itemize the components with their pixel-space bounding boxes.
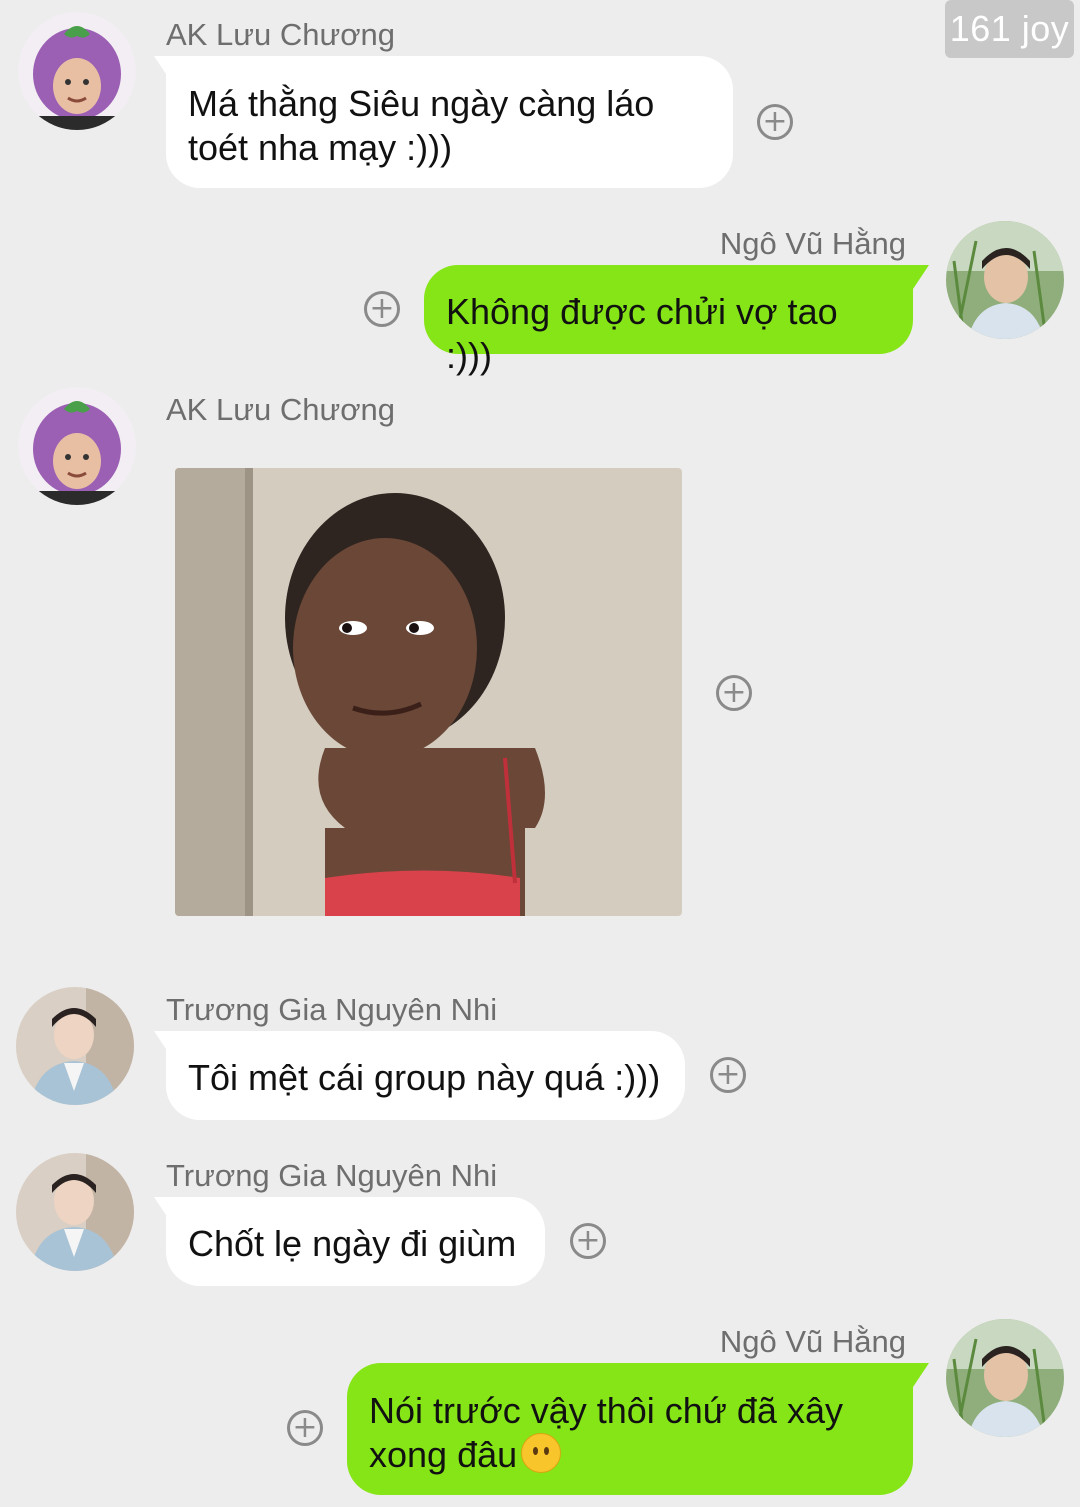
neutral-face-emoji [521, 1433, 562, 1473]
message-bubble[interactable]: Má thằng Siêu ngày càng láo toét nha mạy… [166, 56, 733, 188]
add-reaction-icon[interactable]: + [364, 291, 400, 327]
eggplant-hat-avatar[interactable] [18, 12, 136, 130]
sender-name: Trương Gia Nguyên Nhi [166, 992, 498, 1027]
message-bubble[interactable]: Tôi mệt cái group này quá :))) [166, 1031, 685, 1120]
sender-name: Ngô Vũ Hằng [719, 226, 906, 261]
man-in-suit-avatar[interactable] [16, 1153, 134, 1271]
add-reaction-icon[interactable]: + [570, 1223, 606, 1259]
girl-side-eye-photo[interactable] [175, 468, 682, 916]
bubble-tail [913, 265, 929, 289]
eggplant-hat-avatar[interactable] [18, 387, 136, 505]
man-in-suit-avatar[interactable] [16, 987, 134, 1105]
add-reaction-icon[interactable]: + [710, 1057, 746, 1093]
boy-in-grass-avatar[interactable] [946, 221, 1064, 339]
bubble-tail [913, 1363, 929, 1387]
add-reaction-icon[interactable]: + [716, 675, 752, 711]
sender-name: AK Lưu Chương [166, 17, 396, 52]
message-text: Nói trước vậy thôi chứ đã xây xong đâu [369, 1390, 843, 1475]
add-reaction-icon[interactable]: + [757, 104, 793, 140]
add-reaction-icon[interactable]: + [287, 1410, 323, 1446]
sender-name: Trương Gia Nguyên Nhi [166, 1158, 498, 1193]
sender-name: AK Lưu Chương [166, 392, 396, 427]
boy-in-grass-avatar[interactable] [946, 1319, 1064, 1437]
message-bubble[interactable]: Không được chửi vợ tao :))) [424, 265, 913, 376]
message-bubble[interactable]: Nói trước vậy thôi chứ đã xây xong đâu [347, 1363, 913, 1495]
message-bubble[interactable]: Chốt lẹ ngày đi giùm [166, 1197, 545, 1286]
sender-name: Ngô Vũ Hằng [719, 1324, 906, 1359]
status-badge: 161 joy [945, 0, 1074, 58]
